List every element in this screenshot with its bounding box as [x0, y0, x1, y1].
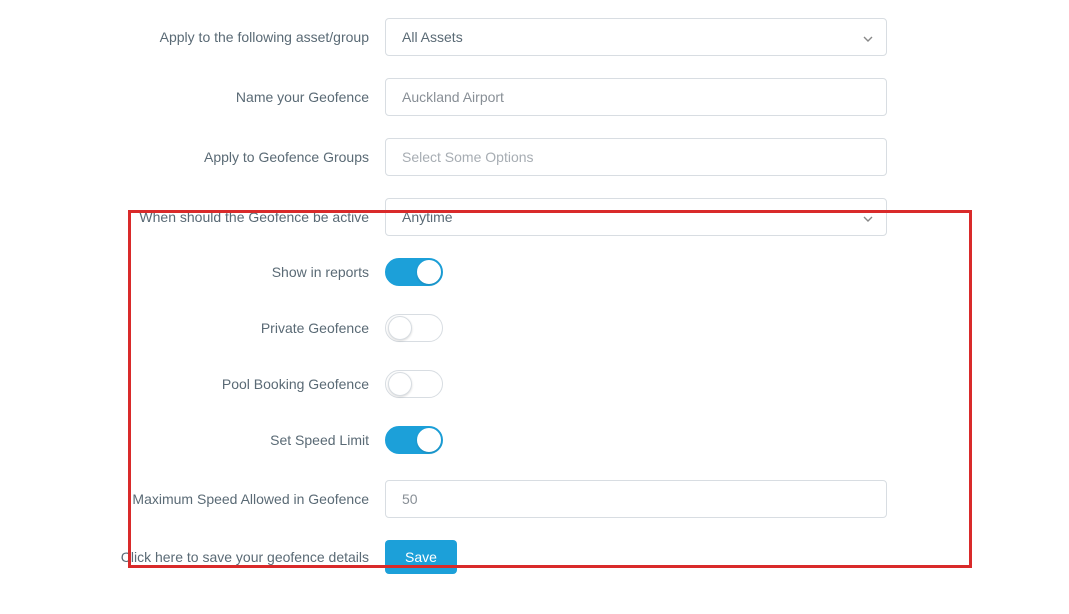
toggle-knob — [417, 428, 441, 452]
set-speed-limit-toggle[interactable] — [385, 426, 443, 454]
toggle-knob — [388, 316, 412, 340]
save-button[interactable]: Save — [385, 540, 457, 574]
private-geofence-toggle[interactable] — [385, 314, 443, 342]
save-hint-label: Click here to save your geofence details — [0, 549, 385, 565]
when-active-select[interactable]: Anytime — [385, 198, 887, 236]
geofence-name-input[interactable] — [385, 78, 887, 116]
when-active-label: When should the Geofence be active — [0, 209, 385, 225]
geofence-groups-label: Apply to Geofence Groups — [0, 149, 385, 165]
pool-booking-toggle[interactable] — [385, 370, 443, 398]
geofence-groups-multiselect[interactable]: Select Some Options — [385, 138, 887, 176]
private-geofence-label: Private Geofence — [0, 320, 385, 336]
geofence-name-label: Name your Geofence — [0, 89, 385, 105]
when-active-value: Anytime — [402, 209, 453, 225]
geofence-groups-placeholder: Select Some Options — [402, 149, 534, 165]
asset-group-select[interactable]: All Assets — [385, 18, 887, 56]
toggle-knob — [417, 260, 441, 284]
set-speed-limit-label: Set Speed Limit — [0, 432, 385, 448]
max-speed-input[interactable] — [385, 480, 887, 518]
toggle-knob — [388, 372, 412, 396]
asset-group-label: Apply to the following asset/group — [0, 29, 385, 45]
pool-booking-label: Pool Booking Geofence — [0, 376, 385, 392]
asset-group-value: All Assets — [402, 29, 463, 45]
geofence-form: Apply to the following asset/group All A… — [0, 0, 1069, 614]
max-speed-label: Maximum Speed Allowed in Geofence — [0, 491, 385, 507]
show-reports-label: Show in reports — [0, 264, 385, 280]
show-reports-toggle[interactable] — [385, 258, 443, 286]
